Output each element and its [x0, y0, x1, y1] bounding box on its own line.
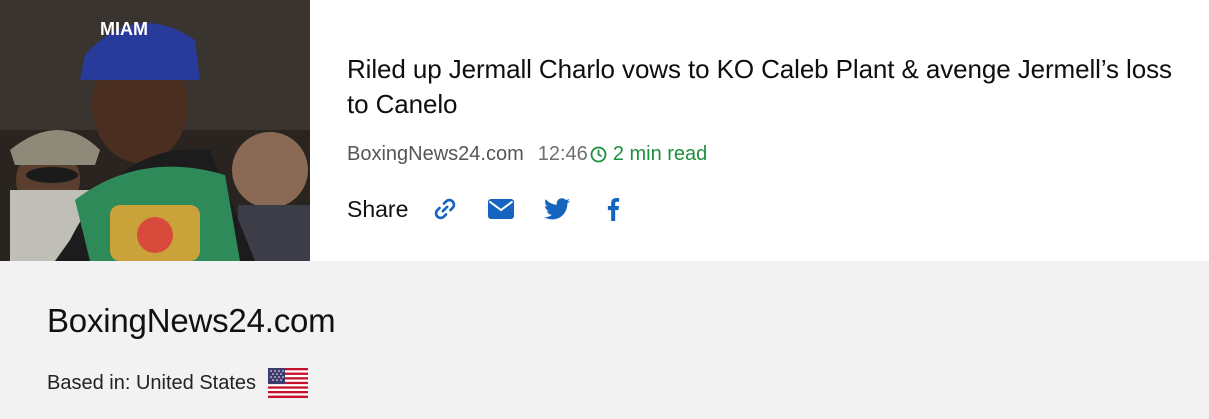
svg-text:MIAM: MIAM: [100, 19, 148, 39]
us-flag-icon: [268, 368, 309, 398]
boxer-photo: MIAM: [0, 0, 310, 261]
article-headline[interactable]: Riled up Jermall Charlo vows to KO Caleb…: [347, 52, 1192, 122]
article-card[interactable]: MIAM Riled up Jermall Charlo vows to KO …: [0, 0, 1209, 261]
article-time: 12:46: [537, 143, 588, 165]
article-content: Riled up Jermall Charlo vows to KO Caleb…: [347, 52, 1192, 224]
article-meta: BoxingNews24.com 12:46 2 min read: [347, 142, 1192, 166]
twitter-icon[interactable]: [542, 194, 572, 224]
facebook-icon[interactable]: [598, 194, 628, 224]
share-row: Share: [347, 194, 1192, 224]
read-time: 2 min read: [612, 143, 708, 165]
based-in-label: Based in: United States: [47, 371, 257, 394]
publisher-panel: BoxingNews24.com Based in: United States: [0, 261, 1209, 419]
publisher-location: Based in: United States: [47, 368, 309, 398]
clock-icon: [590, 146, 607, 163]
email-icon[interactable]: [486, 194, 516, 224]
publisher-name[interactable]: BoxingNews24.com: [47, 302, 336, 340]
share-label: Share: [347, 195, 409, 222]
article-thumbnail[interactable]: MIAM: [0, 0, 310, 261]
article-source[interactable]: BoxingNews24.com: [347, 142, 524, 166]
link-icon[interactable]: [430, 194, 460, 224]
